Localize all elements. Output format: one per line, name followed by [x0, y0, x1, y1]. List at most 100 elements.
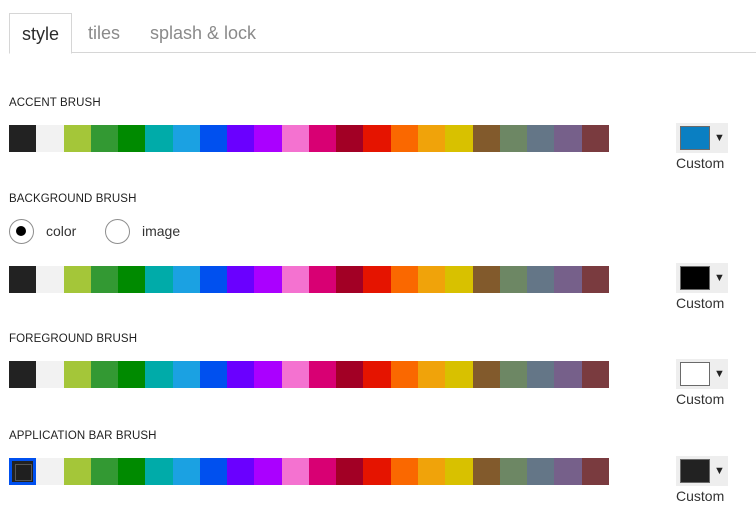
color-swatch[interactable] [227, 266, 255, 293]
color-swatch[interactable] [172, 266, 200, 293]
color-swatch[interactable] [90, 125, 119, 152]
color-swatch[interactable] [9, 125, 37, 152]
color-swatch[interactable] [90, 266, 119, 293]
color-swatch[interactable] [281, 125, 309, 152]
accent-custom-picker[interactable]: ▼ [676, 123, 728, 153]
color-swatch[interactable] [36, 266, 64, 293]
color-swatch[interactable] [36, 125, 64, 152]
color-swatch[interactable] [90, 361, 119, 388]
application-bar-custom-picker[interactable]: ▼ [676, 456, 728, 486]
color-swatch[interactable] [172, 125, 200, 152]
color-swatch[interactable] [445, 266, 473, 293]
color-swatch[interactable] [581, 458, 609, 485]
color-swatch[interactable] [308, 266, 337, 293]
color-swatch[interactable] [581, 266, 609, 293]
application-bar-brush-title: APPLICATION BAR BRUSH [9, 430, 157, 442]
tab-splash-lock[interactable]: splash & lock [138, 13, 268, 53]
color-swatch[interactable] [527, 125, 555, 152]
color-swatch[interactable] [554, 361, 582, 388]
color-swatch[interactable] [445, 361, 473, 388]
color-swatch[interactable] [36, 458, 64, 485]
color-swatch[interactable] [554, 266, 582, 293]
color-swatch[interactable] [554, 125, 582, 152]
color-swatch[interactable] [145, 361, 173, 388]
color-swatch[interactable] [581, 125, 609, 152]
color-swatch[interactable] [499, 125, 528, 152]
color-swatch[interactable] [499, 361, 528, 388]
color-swatch[interactable] [499, 266, 528, 293]
foreground-custom-picker[interactable]: ▼ [676, 359, 728, 389]
color-swatch[interactable] [118, 458, 146, 485]
color-swatch[interactable] [527, 458, 555, 485]
color-swatch[interactable] [417, 458, 446, 485]
color-swatch[interactable] [527, 361, 555, 388]
radio-image[interactable]: image [105, 218, 180, 244]
color-swatch[interactable] [336, 266, 364, 293]
color-swatch[interactable] [390, 361, 418, 388]
color-swatch[interactable] [227, 125, 255, 152]
color-swatch[interactable] [63, 125, 91, 152]
color-swatch[interactable] [417, 361, 446, 388]
color-swatch[interactable] [227, 458, 255, 485]
color-swatch[interactable] [472, 361, 500, 388]
color-swatch[interactable] [63, 458, 91, 485]
color-swatch[interactable] [308, 458, 337, 485]
color-swatch[interactable] [281, 266, 309, 293]
color-swatch[interactable] [363, 266, 391, 293]
color-swatch[interactable] [172, 361, 200, 388]
color-swatch[interactable] [9, 266, 37, 293]
color-swatch[interactable] [445, 125, 473, 152]
color-swatch[interactable] [336, 125, 364, 152]
tab-tiles[interactable]: tiles [76, 13, 132, 53]
color-swatch[interactable] [172, 458, 200, 485]
color-swatch[interactable] [308, 361, 337, 388]
color-swatch[interactable] [9, 458, 37, 485]
color-swatch[interactable] [472, 125, 500, 152]
color-swatch[interactable] [363, 361, 391, 388]
color-swatch[interactable] [145, 125, 173, 152]
color-swatch[interactable] [390, 266, 418, 293]
color-swatch[interactable] [417, 125, 446, 152]
color-swatch[interactable] [363, 125, 391, 152]
color-swatch[interactable] [118, 361, 146, 388]
color-swatch[interactable] [554, 458, 582, 485]
color-swatch[interactable] [199, 266, 228, 293]
radio-color[interactable]: color [9, 218, 76, 244]
color-swatch[interactable] [281, 361, 309, 388]
color-swatch[interactable] [472, 458, 500, 485]
color-swatch[interactable] [390, 125, 418, 152]
color-swatch[interactable] [390, 458, 418, 485]
color-swatch[interactable] [90, 458, 119, 485]
color-swatch[interactable] [227, 361, 255, 388]
color-swatch[interactable] [254, 266, 282, 293]
color-swatch[interactable] [36, 361, 64, 388]
color-swatch[interactable] [63, 361, 91, 388]
color-swatch[interactable] [417, 266, 446, 293]
color-swatch[interactable] [199, 125, 228, 152]
color-swatch[interactable] [499, 458, 528, 485]
color-swatch[interactable] [254, 361, 282, 388]
color-swatch[interactable] [118, 266, 146, 293]
color-swatch[interactable] [118, 125, 146, 152]
color-swatch[interactable] [363, 458, 391, 485]
color-swatch[interactable] [199, 361, 228, 388]
color-swatch[interactable] [63, 266, 91, 293]
color-swatch[interactable] [254, 458, 282, 485]
color-swatch[interactable] [527, 266, 555, 293]
color-swatch[interactable] [308, 125, 337, 152]
color-swatch[interactable] [145, 266, 173, 293]
color-swatch[interactable] [9, 361, 37, 388]
color-swatch[interactable] [336, 458, 364, 485]
color-swatch[interactable] [472, 266, 500, 293]
color-swatch[interactable] [581, 361, 609, 388]
application-bar-swatch-row [9, 458, 609, 485]
color-swatch[interactable] [199, 458, 228, 485]
color-swatch[interactable] [145, 458, 173, 485]
color-swatch[interactable] [281, 458, 309, 485]
color-swatch[interactable] [445, 458, 473, 485]
background-custom-picker[interactable]: ▼ [676, 263, 728, 293]
color-swatch[interactable] [254, 125, 282, 152]
tab-style[interactable]: style [9, 13, 73, 54]
color-swatch[interactable] [336, 361, 364, 388]
application-bar-custom-label: Custom [676, 488, 725, 504]
